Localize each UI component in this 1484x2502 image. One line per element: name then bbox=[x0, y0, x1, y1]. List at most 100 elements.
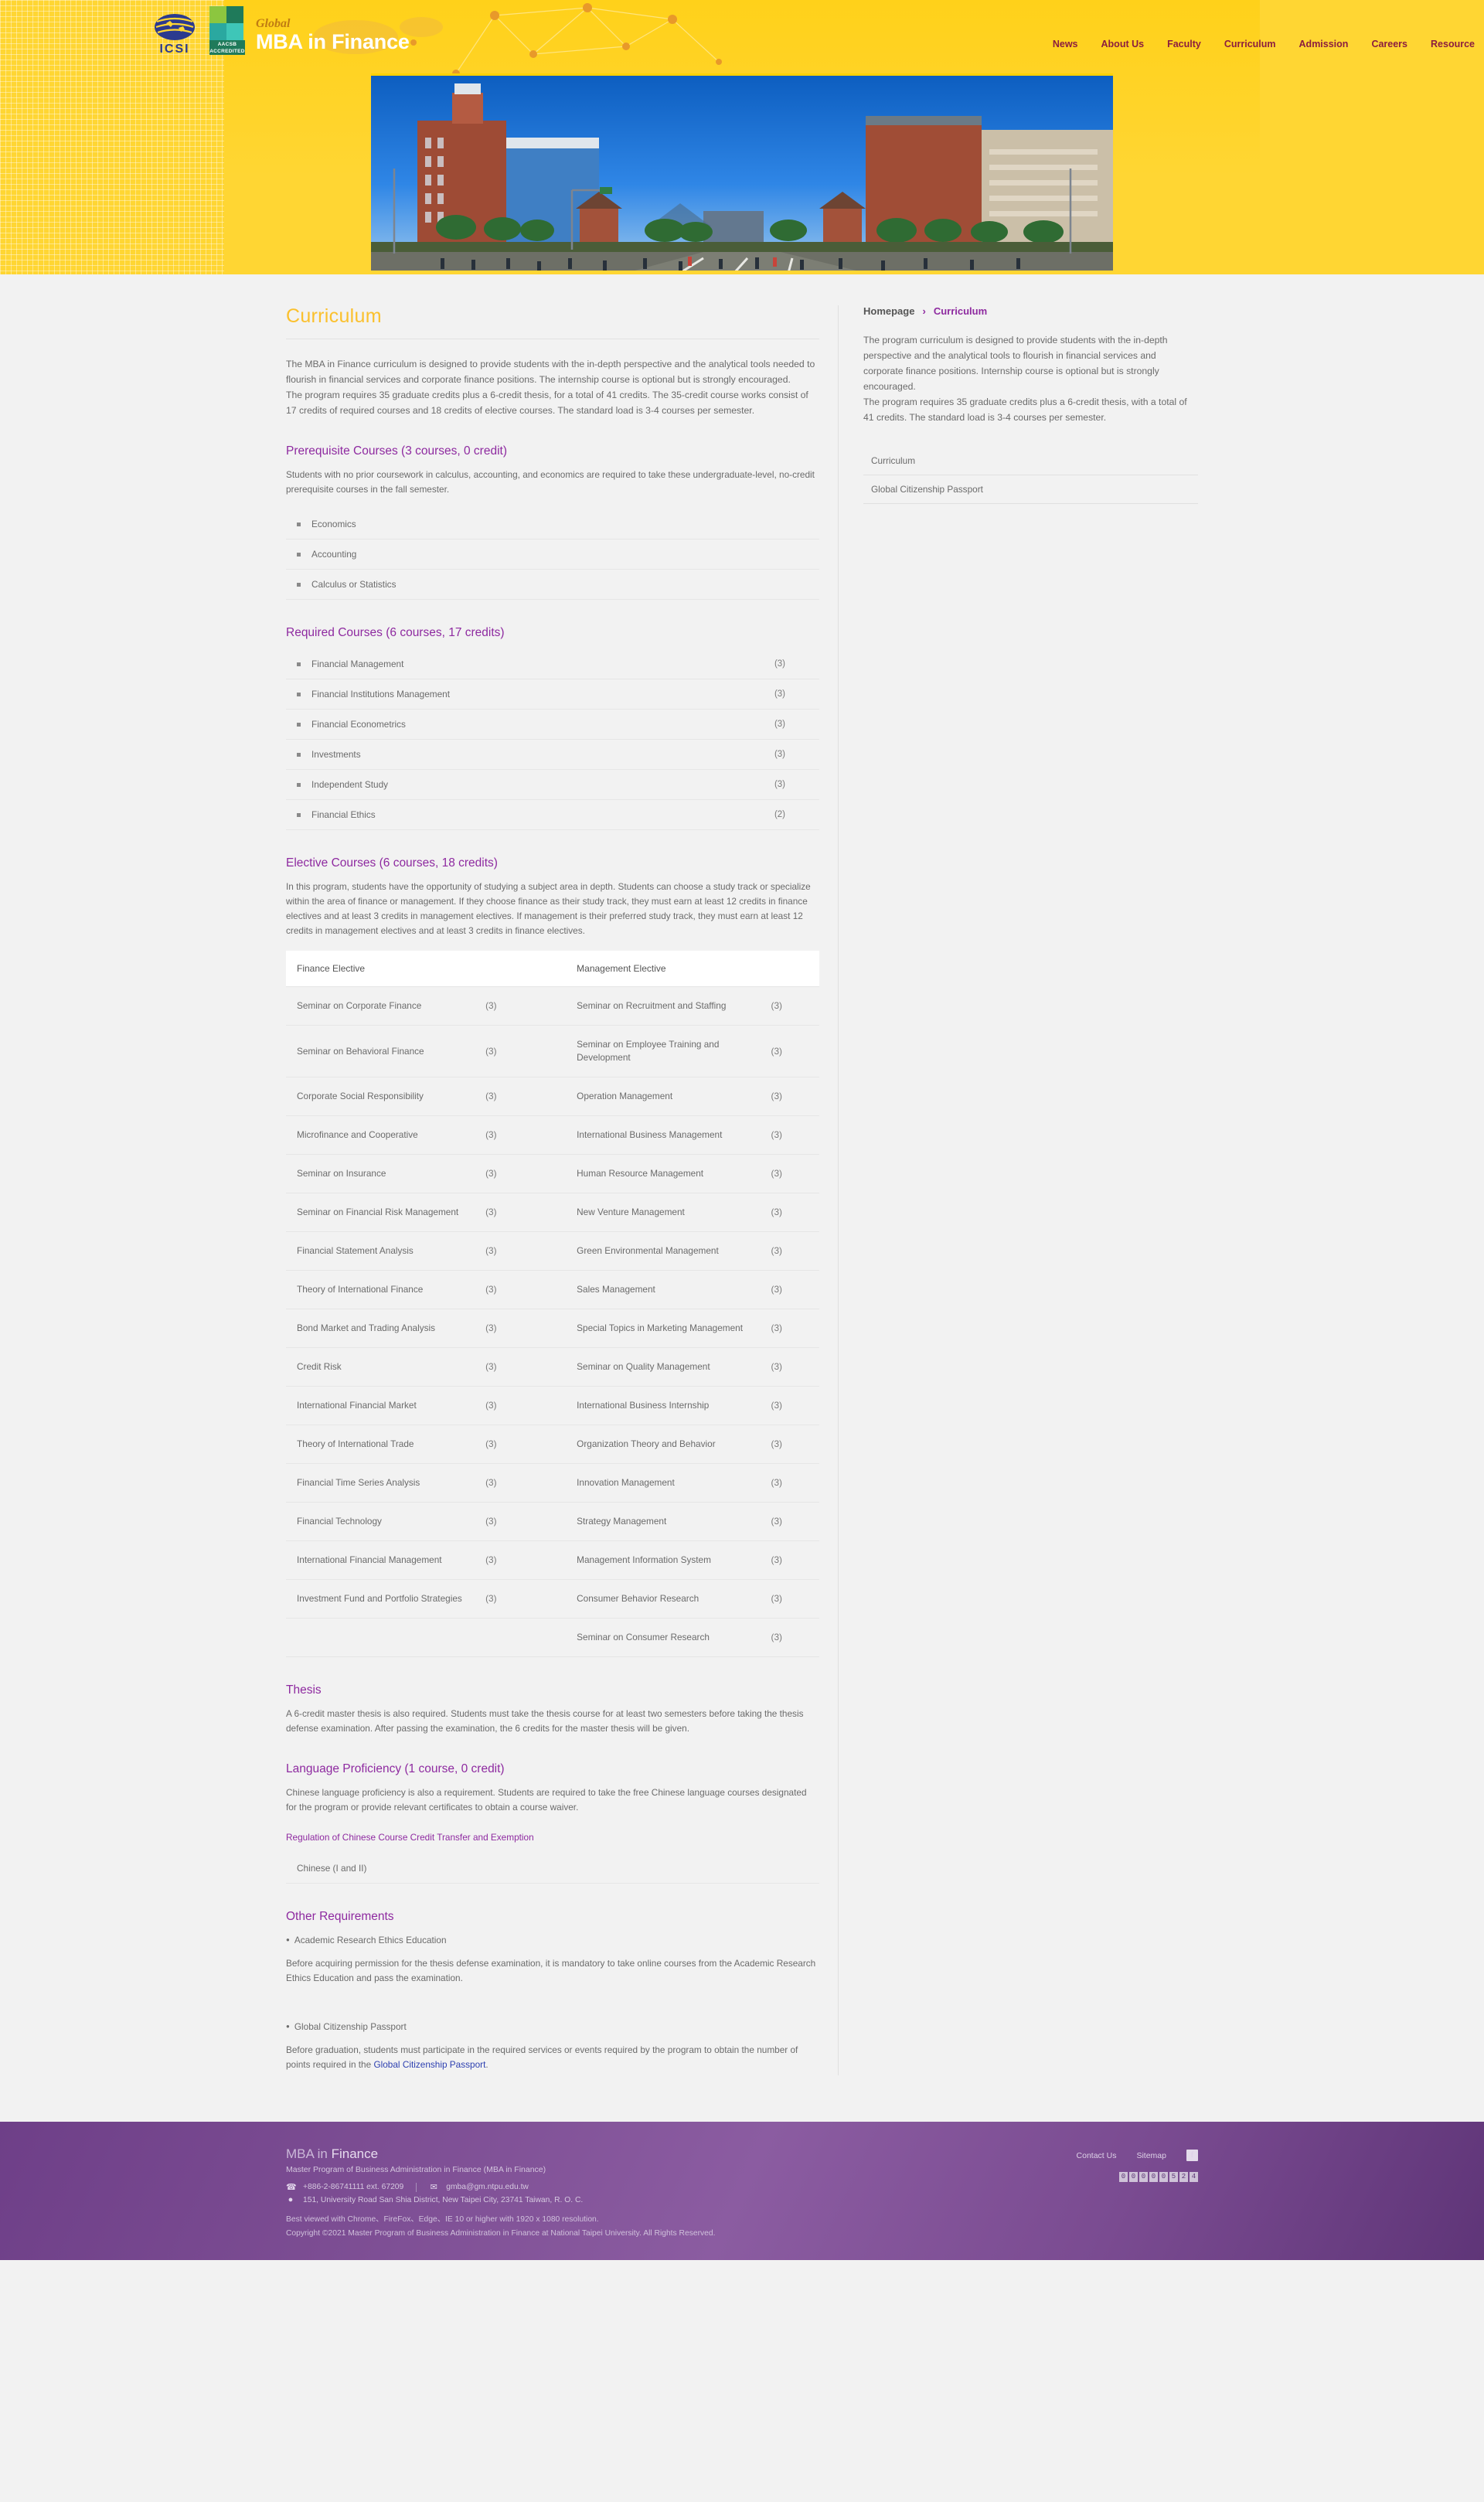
list-item: Financial Ethics (2) bbox=[286, 800, 819, 830]
nav-item-curriculum[interactable]: Curriculum bbox=[1224, 39, 1276, 49]
main-navigation[interactable]: News About Us Faculty Curriculum Admissi… bbox=[1053, 39, 1475, 49]
counter-digit: 0 bbox=[1159, 2172, 1168, 2182]
finance-course-credits: (3) bbox=[485, 1502, 567, 1541]
management-course-name: Seminar on Recruitment and Staffing bbox=[566, 986, 771, 1026]
management-course-credits: (3) bbox=[771, 1579, 819, 1619]
table-row: Financial Time Series Analysis (3) Innovat… bbox=[286, 1463, 819, 1503]
elective-table-body: Seminar on Corporate Finance (3) Seminar o… bbox=[286, 986, 819, 1657]
column-header-finance-elective: Finance Elective bbox=[286, 951, 486, 987]
table-row: Seminar on Behavioral Finance (3) Seminar … bbox=[286, 1025, 819, 1077]
finance-course-credits: (3) bbox=[485, 1540, 567, 1580]
sidebar-summary-paragraph-1: The program curriculum is designed to pr… bbox=[863, 335, 1168, 392]
management-course-name: Seminar on Quality Management bbox=[566, 1347, 771, 1387]
counter-digit: 0 bbox=[1139, 2172, 1148, 2182]
finance-course-credits: (3) bbox=[485, 1077, 567, 1116]
management-course-name: Green Environmental Management bbox=[566, 1231, 771, 1271]
course-credits: (2) bbox=[774, 810, 785, 819]
requirement-body-text-before: Before graduation, students must partici… bbox=[286, 2044, 798, 2070]
footer-link-contact-us[interactable]: Contact Us bbox=[1077, 2151, 1117, 2160]
management-course-name: Human Resource Management bbox=[566, 1154, 771, 1193]
management-course-name: New Venture Management bbox=[566, 1193, 771, 1232]
icsi-label: ICSI bbox=[159, 43, 190, 56]
management-course-credits: (3) bbox=[771, 1270, 819, 1309]
content-container: Curriculum The MBA in Finance curriculum… bbox=[286, 305, 1198, 2075]
chinese-credit-transfer-link[interactable]: Regulation of Chinese Course Credit Tran… bbox=[286, 1832, 534, 1843]
finance-course-name: Financial Statement Analysis bbox=[286, 1231, 486, 1271]
management-course-credits: (3) bbox=[771, 1463, 819, 1503]
nav-item-faculty[interactable]: Faculty bbox=[1167, 39, 1201, 49]
management-course-name: Seminar on Employee Training and Develop… bbox=[566, 1025, 771, 1077]
management-course-credits: (3) bbox=[771, 1347, 819, 1387]
management-course-credits: (3) bbox=[771, 1025, 819, 1077]
footer-brand-prefix: MBA bbox=[286, 2146, 314, 2161]
sidebar-menu[interactable]: Curriculum Global Citizenship Passport bbox=[863, 447, 1198, 504]
brand-eyebrow: Global bbox=[256, 17, 291, 30]
column-header-management-credits bbox=[771, 951, 819, 987]
management-course-credits: (3) bbox=[771, 1154, 819, 1193]
course-name: Financial Management bbox=[297, 659, 403, 669]
management-course-name: Special Topics in Marketing Management bbox=[566, 1309, 771, 1348]
footer-address-row: ● 151, University Road San Shia District… bbox=[286, 2195, 715, 2204]
list-item: Financial Econometrics (3) bbox=[286, 710, 819, 740]
sidebar: Homepage › Curriculum The program curric… bbox=[839, 305, 1198, 2075]
list-item: Financial Institutions Management (3) bbox=[286, 679, 819, 710]
finance-course-credits: (3) bbox=[485, 1309, 567, 1348]
footer-links[interactable]: Contact Us Sitemap f bbox=[1077, 2150, 1198, 2161]
breadcrumb-homepage-link[interactable]: Homepage bbox=[863, 305, 914, 317]
management-course-credits: (3) bbox=[771, 1386, 819, 1425]
management-course-name: Strategy Management bbox=[566, 1502, 771, 1541]
global-citizenship-passport-link[interactable]: Global Citizenship Passport bbox=[373, 2059, 485, 2070]
site-footer: MBA in Finance Master Program of Busines… bbox=[0, 2122, 1484, 2260]
management-course-credits: (3) bbox=[771, 1618, 819, 1657]
nav-item-resource[interactable]: Resource bbox=[1431, 39, 1475, 49]
management-course-credits: (3) bbox=[771, 1502, 819, 1541]
course-credits: (3) bbox=[774, 780, 785, 789]
management-course-name: Organization Theory and Behavior bbox=[566, 1425, 771, 1464]
management-course-name: Operation Management bbox=[566, 1077, 771, 1116]
sidebar-item-curriculum[interactable]: Curriculum bbox=[863, 447, 1198, 475]
management-course-credits: (3) bbox=[771, 1193, 819, 1232]
finance-course-name: Seminar on Behavioral Finance bbox=[286, 1025, 486, 1077]
finance-course-credits: (3) bbox=[485, 1386, 567, 1425]
finance-course-credits: (3) bbox=[485, 1154, 567, 1193]
finance-course-name: Financial Time Series Analysis bbox=[286, 1463, 486, 1503]
sidebar-item-global-citizenship-passport[interactable]: Global Citizenship Passport bbox=[863, 475, 1198, 504]
aacsb-accredited: ACCREDITED bbox=[209, 49, 245, 54]
site-brand[interactable]: ICSI AACSB ACCREDITED Global MBA in Fina… bbox=[151, 6, 410, 56]
management-course-credits: (3) bbox=[771, 1309, 819, 1348]
footer-subtitle: Master Program of Business Administratio… bbox=[286, 2165, 546, 2174]
footer-link-sitemap[interactable]: Sitemap bbox=[1136, 2151, 1166, 2160]
finance-course-credits: (3) bbox=[485, 986, 567, 1026]
list-item: Chinese (I and II) bbox=[286, 1854, 819, 1884]
management-course-credits: (3) bbox=[771, 1425, 819, 1464]
finance-course-name: Seminar on Insurance bbox=[286, 1154, 486, 1193]
breadcrumb: Homepage › Curriculum bbox=[863, 305, 1198, 317]
management-course-credits: (3) bbox=[771, 1231, 819, 1271]
language-proficiency-description: Chinese language proficiency is also a r… bbox=[286, 1787, 807, 1813]
course-name: Investments bbox=[297, 749, 361, 760]
nav-item-careers[interactable]: Careers bbox=[1371, 39, 1407, 49]
management-course-name: Seminar on Consumer Research bbox=[566, 1618, 771, 1657]
finance-course-credits: (3) bbox=[485, 1425, 567, 1464]
course-name: Financial Institutions Management bbox=[297, 689, 450, 700]
finance-course-credits: (3) bbox=[485, 1193, 567, 1232]
management-course-credits: (3) bbox=[771, 1540, 819, 1580]
main-content: Curriculum The MBA in Finance curriculum… bbox=[286, 305, 839, 2075]
elective-heading: Elective Courses (6 courses, 18 credits) bbox=[286, 856, 498, 870]
management-course-credits: (3) bbox=[771, 986, 819, 1026]
nav-item-news[interactable]: News bbox=[1053, 39, 1078, 49]
list-item: Financial Management (3) bbox=[286, 649, 819, 679]
table-row: Seminar on Corporate Finance (3) Seminar o… bbox=[286, 986, 819, 1026]
management-course-name: International Business Management bbox=[566, 1115, 771, 1155]
finance-course-credits: (3) bbox=[485, 1579, 567, 1619]
list-item: Investments (3) bbox=[286, 740, 819, 770]
course-name: Financial Ethics bbox=[297, 809, 376, 820]
nav-item-about-us[interactable]: About Us bbox=[1101, 39, 1145, 49]
footer-email[interactable]: gmba@gm.ntpu.edu.tw bbox=[446, 2183, 529, 2191]
nav-item-admission[interactable]: Admission bbox=[1299, 39, 1349, 49]
page-title: Curriculum bbox=[286, 305, 382, 327]
table-row: Financial Technology (3) Strategy Manageme… bbox=[286, 1502, 819, 1541]
thesis-heading: Thesis bbox=[286, 1683, 322, 1697]
facebook-icon[interactable]: f bbox=[1186, 2150, 1198, 2161]
footer-contact-row: ☎ +886-2-86741111 ext. 67209 ✉ gmba@gm.n… bbox=[286, 2182, 715, 2192]
